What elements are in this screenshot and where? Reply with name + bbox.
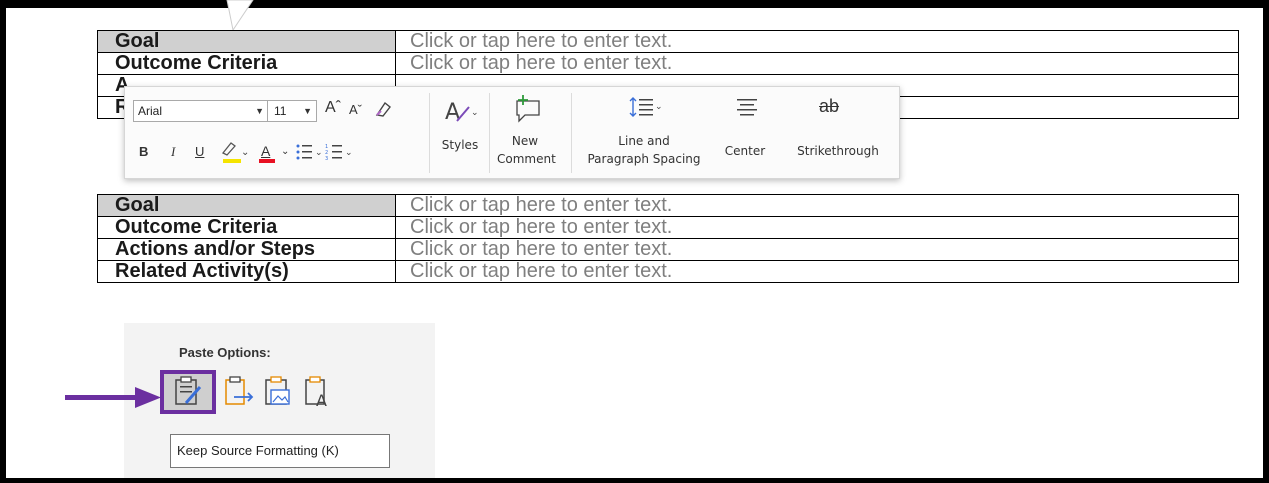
- toolbar-divider: [489, 93, 490, 173]
- keep-source-formatting-tooltip: Keep Source Formatting (K): [170, 434, 390, 468]
- paste-options-title: Paste Options:: [179, 345, 271, 360]
- paste-as-picture-icon[interactable]: [262, 375, 296, 409]
- svg-text:⌄: ⌄: [655, 102, 663, 112]
- clear-formatting-icon[interactable]: [373, 99, 393, 119]
- table-row: Actions and/or Steps Click or tap here t…: [97, 238, 1239, 261]
- related-activity-field[interactable]: Click or tap here to enter text.: [395, 260, 1239, 283]
- related-activity-label: Related Activity(s): [97, 260, 396, 283]
- goal-label: Goal: [97, 194, 396, 217]
- underline-button[interactable]: U: [195, 143, 204, 161]
- keep-source-formatting-icon: [175, 376, 202, 405]
- goal-field[interactable]: Click or tap here to enter text.: [395, 30, 1239, 53]
- new-comment-line1[interactable]: New: [497, 133, 553, 149]
- svg-text:3: 3: [325, 156, 328, 161]
- mouse-cursor-icon: [226, 0, 254, 30]
- font-size-value: 11: [274, 104, 287, 118]
- outcome-criteria-field[interactable]: Click or tap here to enter text.: [395, 52, 1239, 75]
- strikethrough-icon[interactable]: ab: [819, 97, 839, 115]
- table-row: Goal Click or tap here to enter text.: [97, 30, 1239, 53]
- chevron-down-icon: ▼: [255, 106, 264, 116]
- svg-text:⌄: ⌄: [315, 148, 323, 158]
- svg-text:⌄: ⌄: [345, 148, 353, 158]
- font-size-select[interactable]: 11 ▼: [267, 100, 317, 122]
- numbering-icon[interactable]: 1 2 3 ⌄: [325, 143, 353, 161]
- outcome-criteria-label: Outcome Criteria: [97, 52, 396, 75]
- italic-button[interactable]: I: [171, 143, 175, 161]
- outcome-criteria-field[interactable]: Click or tap here to enter text.: [395, 216, 1239, 239]
- toolbar-divider: [429, 93, 430, 173]
- center-button[interactable]: Center: [719, 143, 771, 159]
- highlight-swatch: [223, 159, 241, 163]
- arrow-right-icon: [65, 387, 161, 408]
- line-spacing-icon[interactable]: ⌄: [629, 95, 663, 121]
- goal-label: Goal: [97, 30, 396, 53]
- font-name-value: Arial: [138, 104, 163, 118]
- strikethrough-button[interactable]: Strikethrough: [783, 143, 893, 159]
- mini-toolbar: Arial ▼ 11 ▼ Aˆ Aˇ B I U ⌄ A ⌄ ⌄ 1 2 3 ⌄…: [124, 86, 900, 179]
- line-spacing-line1[interactable]: Line and: [579, 133, 709, 149]
- bold-button[interactable]: B: [139, 143, 148, 161]
- center-align-icon[interactable]: [735, 97, 759, 117]
- chevron-down-icon: ▼: [303, 106, 312, 116]
- keep-text-only-icon[interactable]: A: [302, 375, 336, 409]
- outcome-criteria-label: Outcome Criteria: [97, 216, 396, 239]
- bullets-icon[interactable]: ⌄: [295, 143, 323, 161]
- toolbar-divider: [571, 93, 572, 173]
- styles-icon[interactable]: A ⌄: [443, 97, 479, 125]
- goal-table-2: Goal Click or tap here to enter text. Ou…: [97, 194, 1239, 283]
- table-row: Outcome Criteria Click or tap here to en…: [97, 52, 1239, 75]
- svg-text:⌄: ⌄: [471, 108, 479, 118]
- styles-button[interactable]: Styles: [437, 137, 483, 153]
- font-color-swatch: [259, 159, 275, 163]
- chevron-down-icon[interactable]: ⌄: [281, 143, 289, 161]
- table-row: Outcome Criteria Click or tap here to en…: [97, 216, 1239, 239]
- table-row: Related Activity(s) Click or tap here to…: [97, 260, 1239, 283]
- svg-text:⌄: ⌄: [241, 147, 249, 158]
- grow-font-button[interactable]: Aˆ: [325, 99, 341, 117]
- actions-field[interactable]: Click or tap here to enter text.: [395, 238, 1239, 261]
- goal-field[interactable]: Click or tap here to enter text.: [395, 194, 1239, 217]
- new-comment-icon[interactable]: [513, 93, 543, 123]
- font-name-select[interactable]: Arial ▼: [133, 100, 269, 122]
- merge-formatting-icon[interactable]: [222, 375, 256, 409]
- svg-text:A: A: [316, 391, 327, 409]
- new-comment-line2[interactable]: Comment: [497, 151, 556, 167]
- font-color-button[interactable]: A: [261, 142, 270, 160]
- table-row: Goal Click or tap here to enter text.: [97, 194, 1239, 217]
- paste-options-panel: Paste Options: A: [124, 323, 435, 415]
- shrink-font-button[interactable]: Aˇ: [349, 101, 362, 119]
- line-spacing-line2[interactable]: Paragraph Spacing: [579, 151, 709, 167]
- actions-label: Actions and/or Steps: [97, 238, 396, 261]
